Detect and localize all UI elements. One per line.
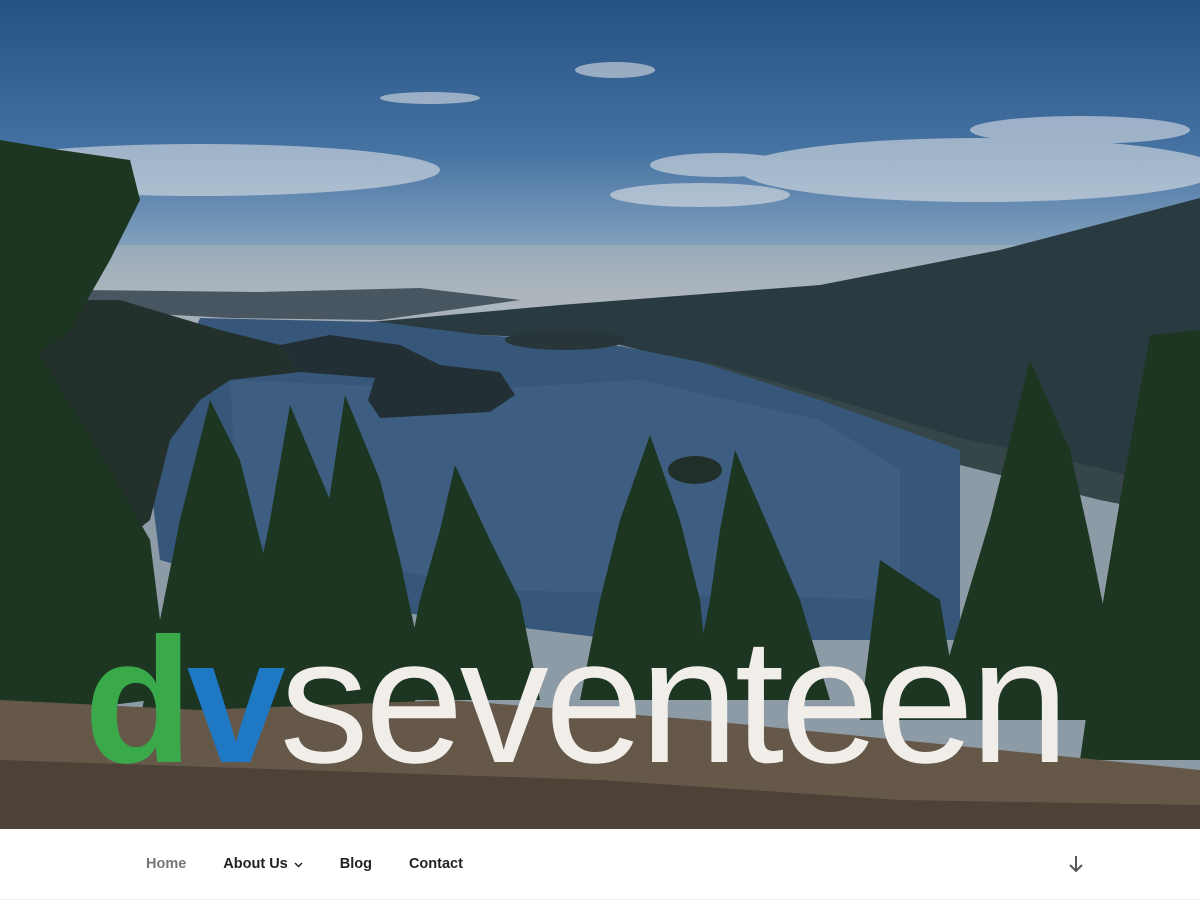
logo-wordmark: seventeen: [279, 601, 1069, 800]
nav-item-label: Blog: [339, 856, 372, 872]
nav-menu: Home About Us Blog Contact: [146, 829, 500, 899]
main-navigation: Home About Us Blog Contact: [0, 829, 1200, 900]
nav-item-home[interactable]: Home: [146, 856, 186, 872]
chevron-down-icon: [294, 856, 303, 872]
nav-item-about-us[interactable]: About Us: [223, 856, 303, 872]
hero-image: dvseventeen: [0, 0, 1200, 829]
logo-letter-v: v: [186, 601, 286, 800]
arrow-down-icon[interactable]: [1066, 853, 1086, 875]
nav-item-contact[interactable]: Contact: [409, 856, 463, 872]
site-header: dvseventeen Home About Us Blog Contact: [0, 0, 1200, 900]
nav-item-blog[interactable]: Blog: [340, 856, 372, 872]
logo-letter-d: d: [84, 601, 193, 800]
nav-item-label: Home: [146, 856, 187, 872]
nav-item-label: About Us: [223, 856, 288, 872]
nav-item-label: Contact: [408, 856, 463, 872]
site-logo[interactable]: dvseventeen: [84, 612, 1069, 790]
